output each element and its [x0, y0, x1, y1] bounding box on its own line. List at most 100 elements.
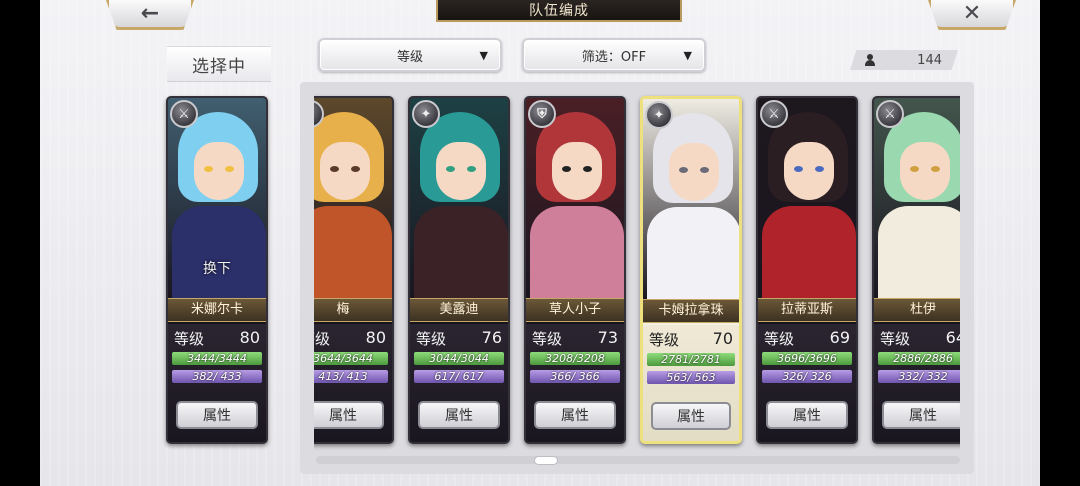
portrait-body	[314, 206, 392, 298]
level-row: 等级 70	[649, 329, 733, 349]
level-label: 等级	[314, 330, 331, 348]
class-icon: ✦	[645, 101, 673, 129]
class-icon: ⚔	[170, 100, 198, 128]
selecting-label: 选择中	[167, 46, 271, 82]
sort-dropdown[interactable]: 等级 ▼	[318, 38, 502, 72]
close-icon: ✕	[962, 0, 982, 26]
close-button[interactable]: ✕	[928, 0, 1016, 30]
level-row: 等级 64	[880, 328, 960, 348]
character-portrait	[643, 99, 739, 299]
hp-bar: 2781/2781	[647, 353, 735, 366]
character-name: 美露迪	[410, 298, 508, 322]
character-stats: 等级 64 2886/2886 332/ 332 属性	[874, 324, 960, 442]
portrait-face	[552, 142, 602, 200]
character-portrait	[526, 98, 624, 298]
attribute-button[interactable]: 属性	[882, 401, 960, 429]
attribute-button[interactable]: 属性	[176, 401, 258, 429]
swap-out-label[interactable]: 换下	[168, 258, 266, 278]
character-portrait	[758, 98, 856, 298]
character-card[interactable]: ⚔ 拉蒂亚斯 等级 69 3696/3696 326/ 326 属性	[756, 96, 858, 444]
sp-bar: 326/ 326	[762, 370, 852, 383]
level-row: 等级 80	[174, 328, 260, 348]
unit-count-badge: 144	[850, 50, 958, 70]
portrait-face	[320, 142, 370, 200]
level-label: 等级	[764, 330, 795, 348]
portrait-face	[194, 142, 244, 200]
back-button[interactable]: ←	[106, 0, 194, 30]
portrait-eye	[931, 166, 940, 172]
level-value: 80	[365, 328, 386, 347]
team-formation-screen: ← 队伍编成 ✕ 选择中 等级 ▼ 筛选：OFF ▼ 144 ⚔ 换下 米娜尔卡…	[40, 0, 1040, 486]
hp-bar: 3208/3208	[530, 352, 620, 365]
character-card[interactable]: ⚔梅等级803644/3644413/ 413属性	[314, 96, 394, 444]
sp-bar: 332/ 332	[878, 370, 960, 383]
portrait-eye	[910, 166, 919, 172]
level-label: 等级	[880, 330, 911, 348]
portrait-eye	[446, 166, 455, 172]
attribute-button[interactable]: 属性	[314, 401, 384, 429]
level-value: 64	[945, 328, 960, 347]
character-card[interactable]: ⛨ 草人小子 等级 73 3208/3208 366/ 366 属性	[524, 96, 626, 444]
level-value: 80	[239, 328, 260, 347]
level-label: 等级	[416, 330, 447, 348]
level-value: 70	[712, 329, 733, 348]
character-name: 草人小子	[526, 298, 624, 322]
level-row: 等级 73	[532, 328, 618, 348]
portrait-eye	[467, 166, 476, 172]
sp-bar: 413/ 413	[314, 370, 388, 383]
scrollbar-track[interactable]	[316, 456, 960, 464]
level-value: 69	[829, 328, 850, 347]
portrait-face	[900, 142, 950, 200]
hp-bar: 3644/3644	[314, 352, 388, 365]
portrait-eye	[562, 166, 571, 172]
character-card[interactable]: ⚔ 杜伊等级 64 2886/2886 332/ 332 属性	[872, 96, 960, 444]
portrait-body	[647, 207, 739, 299]
character-list[interactable]: ⚔ 梅等级 80 3644/3644 413/ 413 属性 ✦ 美露迪等级 76 3044/30…	[314, 92, 960, 452]
character-portrait	[410, 98, 508, 298]
chevron-down-icon: ▼	[683, 48, 692, 62]
level-label: 等级	[174, 330, 205, 348]
level-label: 等级	[649, 331, 680, 349]
portrait-eye	[815, 166, 824, 172]
character-stats: 等级 76 3044/3044 617/ 617 属性	[410, 324, 508, 442]
sp-bar: 382/ 433	[172, 370, 262, 383]
portrait-face	[669, 143, 719, 201]
class-icon: ✦	[412, 100, 440, 128]
person-icon	[864, 54, 876, 66]
level-row: 等级 76	[416, 328, 502, 348]
character-name: 卡姆拉拿珠	[643, 299, 739, 323]
scrollbar-thumb[interactable]	[534, 456, 558, 465]
character-name: 杜伊	[874, 298, 960, 322]
attribute-button[interactable]: 属性	[651, 402, 731, 430]
sp-bar: 563/ 563	[647, 371, 735, 384]
level-value: 73	[597, 328, 618, 347]
selected-character-card[interactable]: ⚔ 换下 米娜尔卡 等级 80 3444/3444 382/ 433 属性	[166, 96, 268, 444]
sp-bar: 617/ 617	[414, 370, 504, 383]
portrait-eye	[351, 166, 360, 172]
attribute-button[interactable]: 属性	[766, 401, 848, 429]
portrait-body	[172, 206, 266, 298]
portrait-eye	[330, 166, 339, 172]
character-card[interactable]: ✦ 美露迪等级 76 3044/3044 617/ 617 属性	[408, 96, 510, 444]
character-name: 梅	[314, 298, 392, 322]
character-portrait	[874, 98, 960, 298]
portrait-body	[878, 206, 960, 298]
level-row: 等级 80	[314, 328, 386, 348]
character-stats: 等级 73 3208/3208 366/ 366 属性	[526, 324, 624, 442]
level-label: 等级	[532, 330, 563, 348]
portrait-eye	[700, 167, 709, 173]
character-stats: 等级 80 3444/3444 382/ 433 属性	[168, 324, 266, 442]
portrait-face	[436, 142, 486, 200]
attribute-button[interactable]: 属性	[534, 401, 616, 429]
filter-dropdown[interactable]: 筛选：OFF ▼	[522, 38, 706, 72]
portrait-body	[414, 206, 508, 298]
character-card[interactable]: ✦ 卡姆拉拿珠等级 70 2781/2781 563/ 563 属性	[640, 96, 742, 444]
hp-bar: 3444/3444	[172, 352, 262, 365]
sp-bar: 366/ 366	[530, 370, 620, 383]
hp-bar: 3044/3044	[414, 352, 504, 365]
portrait-face	[784, 142, 834, 200]
class-icon: ⚔	[760, 100, 788, 128]
attribute-button[interactable]: 属性	[418, 401, 500, 429]
hp-bar: 2886/2886	[878, 352, 960, 365]
page-title: 队伍编成	[436, 0, 682, 22]
